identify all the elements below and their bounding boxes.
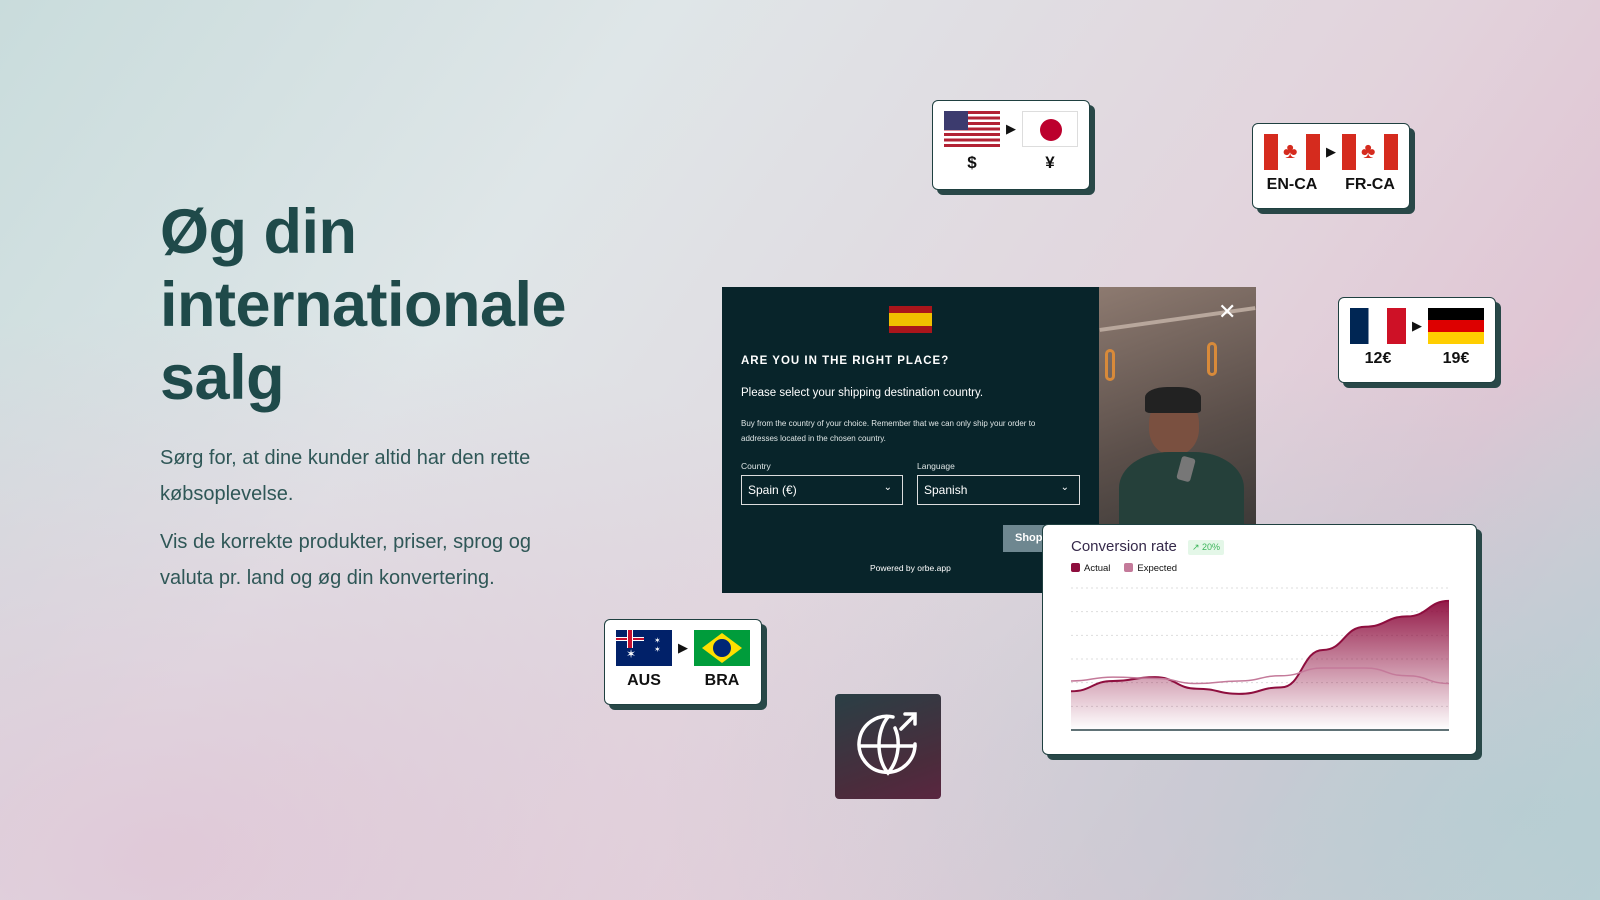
arrow-right-icon: ▶ (678, 640, 688, 655)
conversion-rate-chart: Conversion rate ↗ 20% Actual Expected (1042, 524, 1477, 755)
language-card-en-fr-ca: ♣ ▶ ♣ EN-CA FR-CA (1252, 123, 1410, 209)
currency-from: $ (967, 153, 977, 172)
hero-paragraph-2: Vis de korrekte produkter, priser, sprog… (160, 531, 531, 589)
trend-badge: ↗ 20% (1188, 540, 1225, 555)
chevron-down-icon: ⌄ (1060, 482, 1069, 493)
trend-up-icon: ↗ (1192, 542, 1203, 552)
modal-heading: ARE YOU IN THE RIGHT PLACE? (741, 355, 950, 367)
currency-to: ¥ (1045, 153, 1055, 172)
page-title: Øg din internationale salg (160, 197, 567, 413)
country-select[interactable]: Spain (€) ⌄ (741, 475, 903, 505)
modal-body: Buy from the country of your choice. Rem… (741, 419, 1036, 443)
australia-flag-icon: ✶ ✶ ✶ (616, 630, 672, 666)
chevron-down-icon: ⌄ (883, 482, 892, 493)
brazil-flag-icon (694, 630, 750, 666)
language-select[interactable]: Spanish ⌄ (917, 475, 1080, 505)
france-flag-icon (1350, 308, 1406, 344)
us-flag-icon (944, 111, 1000, 147)
hero-paragraph-1: Sørg for, at dine kunder altid har den r… (160, 447, 531, 505)
arrow-right-icon: ▶ (1412, 318, 1422, 333)
close-icon[interactable]: ✕ (1218, 299, 1236, 325)
country-from: AUS (627, 672, 661, 689)
country-value: Spain (€) (748, 483, 797, 497)
arrow-right-icon: ▶ (1006, 121, 1016, 136)
arrow-right-icon: ▶ (1326, 144, 1336, 159)
chart-title: Conversion rate (1071, 538, 1177, 555)
spain-flag-icon (889, 306, 932, 333)
modal-subtitle: Please select your shipping destination … (741, 387, 984, 399)
japan-flag-icon (1022, 111, 1078, 147)
price-from: 12€ (1364, 350, 1392, 367)
chart-legend: Actual Expected (1071, 563, 1177, 574)
powered-by: Powered by orbe.app (870, 563, 951, 573)
canada-flag-icon: ♣ (1264, 134, 1320, 170)
globe-app-icon (835, 694, 941, 799)
language-label: Language (917, 461, 955, 471)
currency-card-usd-jpy: ▶ $ ¥ (932, 100, 1090, 190)
legend-actual: Actual (1071, 563, 1110, 574)
country-label: Country (741, 461, 771, 471)
germany-flag-icon (1428, 308, 1484, 344)
canada-flag-icon: ♣ (1342, 134, 1398, 170)
language-to: FR-CA (1345, 176, 1395, 193)
language-from: EN-CA (1266, 176, 1318, 193)
price-card-fr-de: ▶ 12€ 19€ (1338, 297, 1496, 383)
actual-area (1071, 600, 1449, 730)
country-to: BRA (704, 672, 740, 689)
legend-expected: Expected (1124, 563, 1177, 574)
chart-plot (1071, 587, 1450, 731)
country-card-aus-bra: ✶ ✶ ✶ ▶ AUS BRA (604, 619, 762, 705)
price-to: 19€ (1442, 350, 1470, 367)
language-value: Spanish (924, 483, 968, 497)
